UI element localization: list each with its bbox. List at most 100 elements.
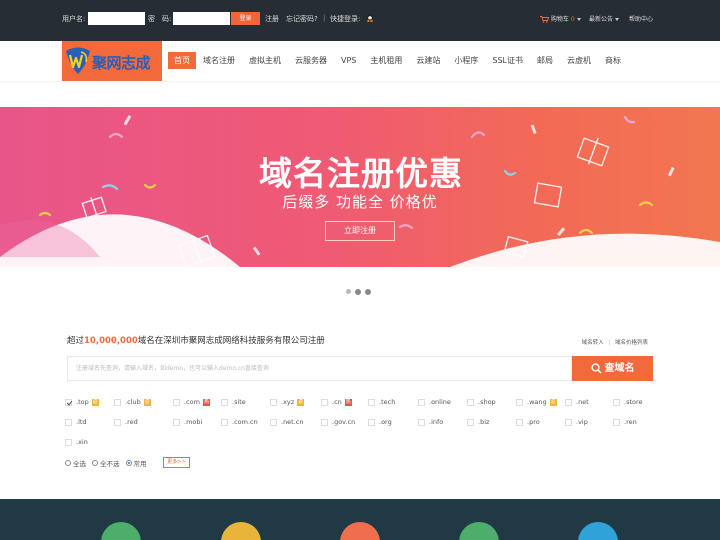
suffix-checkbox[interactable]: .xin (65, 438, 88, 446)
suffix-checkbox[interactable]: .club 返 (114, 398, 151, 406)
select-none-radio[interactable]: 全不选 (92, 458, 120, 468)
nav-item[interactable]: 云建站 (409, 52, 447, 69)
nav-item[interactable]: VPS (334, 52, 363, 69)
notice-menu[interactable]: 最新公告 (589, 14, 620, 23)
suffix-checkbox[interactable]: .net.cn (270, 418, 304, 426)
checkbox[interactable] (418, 418, 425, 426)
checkbox[interactable] (65, 418, 72, 426)
suffix-checkbox[interactable]: .top 返 (65, 398, 99, 406)
checkbox[interactable] (221, 398, 228, 406)
suffix-checkbox[interactable]: .site (221, 398, 246, 406)
service-circle-icon[interactable] (221, 522, 261, 540)
suffix-checkbox[interactable]: .red (114, 418, 138, 426)
checkbox[interactable] (368, 398, 375, 406)
suffix-checkbox[interactable]: .cn 热 (321, 398, 352, 406)
carousel-dot[interactable] (346, 289, 351, 294)
checkbox[interactable] (467, 398, 474, 406)
domain-count: 10,000,000 (84, 336, 138, 346)
checkbox[interactable] (173, 418, 180, 426)
suffix-checkbox[interactable]: .ren (613, 418, 637, 426)
checkbox[interactable] (173, 398, 180, 406)
suffix-checkbox[interactable]: .biz (467, 418, 489, 426)
suffix-checkbox[interactable]: .tech (368, 398, 395, 406)
suffix-checkbox[interactable]: .ltd (65, 418, 87, 426)
suffix-checkbox[interactable]: .shop (467, 398, 496, 406)
checkbox[interactable] (270, 398, 277, 406)
checkbox[interactable] (613, 398, 620, 406)
help-center-link[interactable]: 帮助中心 (629, 14, 653, 23)
service-circle-icon[interactable] (101, 522, 141, 540)
nav-item[interactable]: 云服务器 (288, 52, 334, 69)
checkbox[interactable] (114, 398, 121, 406)
site-logo[interactable]: 聚网志成 (62, 41, 162, 81)
suffix-label: .store (624, 398, 643, 406)
select-common-radio[interactable]: 常用 (125, 458, 147, 468)
nav-item[interactable]: 邮局 (530, 52, 560, 69)
suffix-checkbox[interactable]: .vip (565, 418, 588, 426)
suffix-checkbox[interactable]: .xyz 返 (270, 398, 305, 406)
cart-link[interactable]: 购物车 0 (540, 14, 581, 23)
nav-item[interactable]: 域名注册 (196, 52, 242, 69)
nav-item[interactable]: 虚拟主机 (242, 52, 288, 69)
domain-transfer-link[interactable]: 域名转入 (582, 340, 604, 346)
suffix-checkbox[interactable]: .info (418, 418, 443, 426)
checkbox[interactable] (613, 418, 620, 426)
password-input[interactable] (173, 12, 230, 25)
checkbox[interactable] (565, 418, 572, 426)
select-all-radio[interactable]: 全选 (65, 458, 86, 468)
nav-item[interactable]: SSL证书 (485, 52, 530, 69)
domain-price-list-link[interactable]: 域名价格列表 (615, 340, 648, 346)
suffix-checkbox[interactable]: .wang 返 (516, 398, 557, 406)
domain-search-input[interactable]: 注册域名先查询，请输入域名，如demo，也可以输入demo.cn直接查询 (67, 356, 572, 381)
suffix-checkbox[interactable]: .com.cn (221, 418, 258, 426)
nav-item[interactable]: 云虚机 (560, 52, 598, 69)
suffix-checkbox[interactable]: .net (565, 398, 589, 406)
nav-item[interactable]: 商标 (598, 52, 628, 69)
checkbox[interactable] (565, 398, 572, 406)
checkbox[interactable] (368, 418, 375, 426)
checkbox[interactable] (516, 398, 523, 406)
checkbox[interactable] (270, 418, 277, 426)
suffix-checkbox[interactable]: .online (418, 398, 451, 406)
carousel-dot[interactable] (365, 288, 371, 295)
promo-banner[interactable]: 域名注册优惠 后缀多 功能全 价格优 立即注册 (0, 107, 720, 267)
checkbox[interactable] (321, 398, 328, 406)
suffix-checkbox[interactable]: .com 热 (173, 398, 210, 406)
forgot-password-link[interactable]: 忘记密码? (286, 14, 318, 24)
nav-item[interactable]: 首页 (168, 52, 196, 69)
chevron-down-icon (615, 18, 620, 21)
service-circle-icon[interactable] (578, 522, 618, 540)
login-button[interactable]: 登录 (231, 12, 260, 25)
suffix-checkbox[interactable]: .mobi (173, 418, 202, 426)
suffix-checkbox[interactable]: .org (368, 418, 392, 426)
checkbox[interactable] (418, 398, 425, 406)
service-circle-icon[interactable] (459, 522, 499, 540)
suffix-checkbox[interactable]: .pro (516, 418, 540, 426)
suffix-label: .top (76, 398, 89, 406)
checkbox[interactable] (321, 418, 328, 426)
suffix-label: .club (125, 398, 141, 406)
suffix-badge: 热 (344, 398, 352, 406)
suffix-label: .xyz (281, 398, 295, 406)
username-input[interactable] (88, 12, 145, 25)
suffix-label: .net.cn (281, 418, 304, 426)
carousel-dot-active[interactable] (355, 288, 361, 295)
suffix-checkbox[interactable]: .gov.cn (321, 418, 355, 426)
qq-icon[interactable] (366, 13, 374, 22)
nav-item[interactable]: 主机租用 (363, 52, 409, 69)
register-link[interactable]: 注册 (265, 14, 279, 24)
checkbox[interactable] (516, 418, 523, 426)
service-circle-icon[interactable] (340, 522, 380, 540)
checkbox[interactable] (65, 398, 72, 406)
suffix-checkbox[interactable]: .store (613, 398, 643, 406)
more-suffixes-button[interactable]: 更多>> (163, 457, 190, 468)
checkbox[interactable] (221, 418, 228, 426)
services-band (0, 499, 720, 540)
search-domain-button[interactable]: 查域名 (572, 356, 653, 381)
register-now-button[interactable]: 立即注册 (325, 221, 395, 241)
nav-item[interactable]: 小程序 (447, 52, 485, 69)
checkbox[interactable] (65, 438, 72, 446)
checkbox[interactable] (467, 418, 474, 426)
checkbox[interactable] (114, 418, 121, 426)
suffix-label: .wang (527, 398, 547, 406)
